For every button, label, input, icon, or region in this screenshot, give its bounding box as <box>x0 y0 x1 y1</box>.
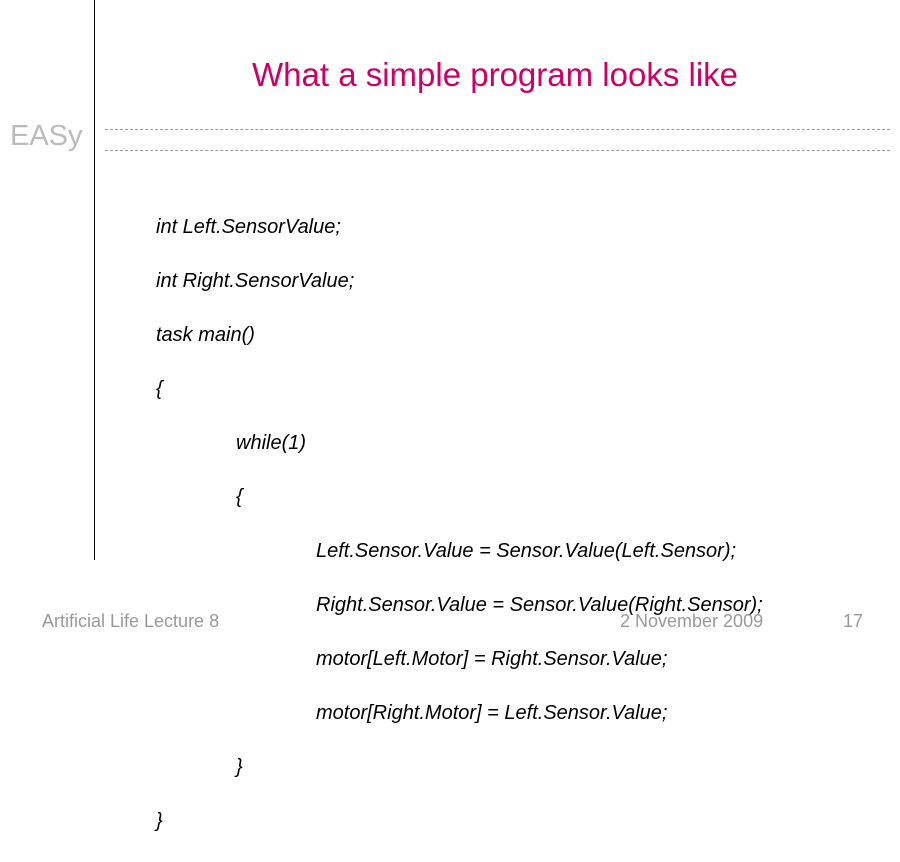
slide-title: What a simple program looks like <box>252 56 738 94</box>
code-line: int Left.SensorValue; <box>156 214 763 241</box>
vertical-rule <box>94 0 95 560</box>
code-line: while(1) <box>156 430 763 457</box>
code-line: motor[Right.Motor] = Left.Sensor.Value; <box>156 700 763 727</box>
code-line: } <box>156 808 763 835</box>
horizontal-rule-bottom <box>105 150 890 151</box>
code-line: } <box>156 754 763 781</box>
footer-page: 17 <box>843 611 863 632</box>
code-line: int Right.SensorValue; <box>156 268 763 295</box>
code-line: motor[Left.Motor] = Right.Sensor.Value; <box>156 646 763 673</box>
code-block: int Left.SensorValue; int Right.SensorVa… <box>156 187 763 862</box>
code-line: task main() <box>156 322 763 349</box>
footer-lecture: Artificial Life Lecture 8 <box>42 611 219 632</box>
footer-date: 2 November 2009 <box>620 611 763 632</box>
code-line: { <box>156 376 763 403</box>
code-line: { <box>156 484 763 511</box>
code-line: Left.Sensor.Value = Sensor.Value(Left.Se… <box>156 538 763 565</box>
horizontal-rule-top <box>105 129 890 130</box>
brand-label: EASy <box>10 120 83 153</box>
